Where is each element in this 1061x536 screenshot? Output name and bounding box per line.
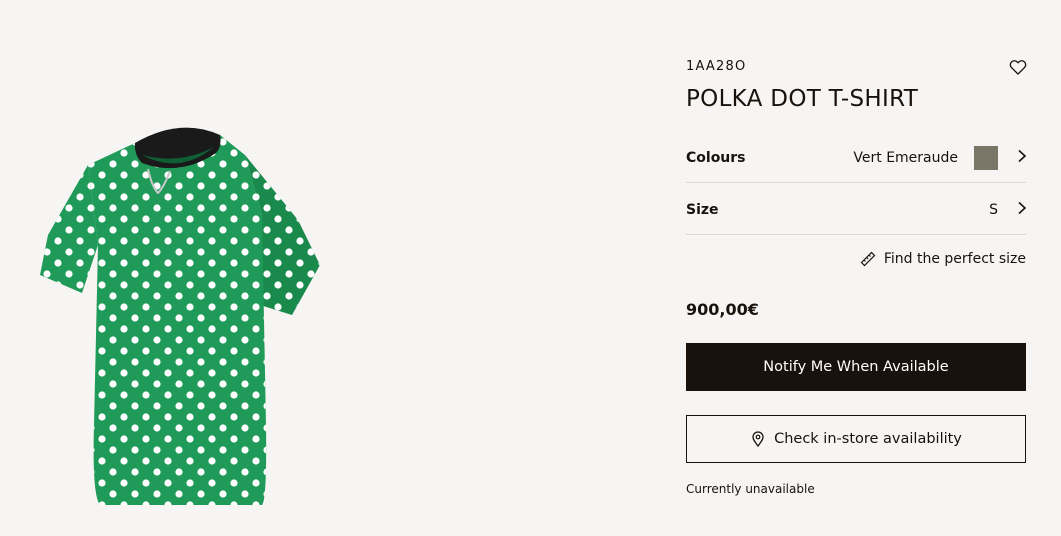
find-size-link[interactable]: Find the perfect size <box>860 251 1026 267</box>
tshirt-image[interactable] <box>30 125 330 515</box>
product-title: POLKA DOT T-SHIRT <box>686 86 919 112</box>
colours-label: Colours <box>686 150 746 166</box>
colours-selector[interactable]: Colours Vert Emeraude <box>686 131 1027 183</box>
location-pin-icon <box>752 431 764 447</box>
size-label: Size <box>686 202 719 218</box>
chevron-right-icon <box>1018 201 1027 215</box>
colours-value: Vert Emeraude <box>853 150 958 166</box>
ruler-icon <box>860 251 876 267</box>
product-page: 1AA28O POLKA DOT T-SHIRT Colours Vert Em… <box>0 0 1061 536</box>
notify-button[interactable]: Notify Me When Available <box>686 343 1026 391</box>
product-image-area <box>0 0 660 536</box>
check-store-button[interactable]: Check in-store availability <box>686 415 1026 463</box>
check-store-label: Check in-store availability <box>774 431 962 447</box>
heart-icon[interactable] <box>1008 57 1028 77</box>
find-size-label: Find the perfect size <box>883 251 1026 267</box>
size-value: S <box>989 202 998 218</box>
availability-status: Currently unavailable <box>686 482 815 496</box>
colour-swatch <box>974 146 998 170</box>
chevron-right-icon <box>1018 149 1027 163</box>
size-selector[interactable]: Size S <box>686 183 1027 235</box>
product-price: 900,00€ <box>686 300 759 319</box>
product-reference: 1AA28O <box>686 59 747 74</box>
product-info-panel: 1AA28O POLKA DOT T-SHIRT Colours Vert Em… <box>686 0 1028 536</box>
